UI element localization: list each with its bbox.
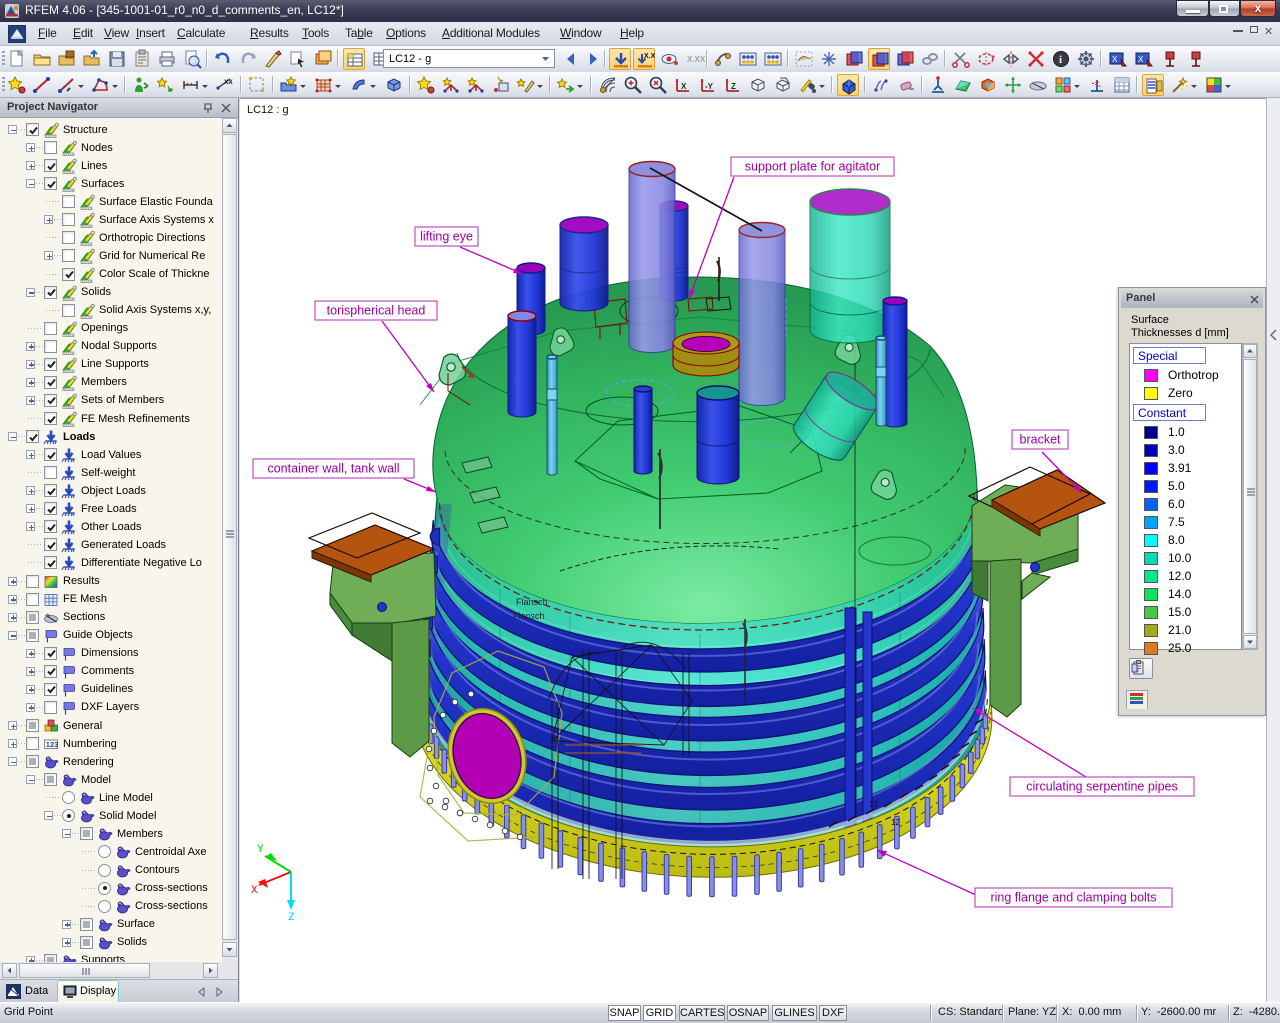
svg-text:X: X [1138, 55, 1144, 64]
svg-text:lifting eye: lifting eye [420, 230, 473, 244]
svg-text:circulating serpentine pipes: circulating serpentine pipes [1026, 780, 1177, 794]
svg-text:Z: Z [288, 912, 295, 924]
svg-text:i: i [1059, 54, 1062, 66]
svg-text:123: 123 [46, 740, 59, 749]
svg-text:X: X [1112, 55, 1118, 64]
svg-text:torispherical head: torispherical head [327, 304, 426, 318]
svg-text:12: 12 [891, 818, 900, 827]
svg-text:Y: Y [257, 844, 264, 856]
svg-text:ring flange and clamping bolts: ring flange and clamping bolts [990, 891, 1156, 905]
svg-text:support plate for agitator: support plate for agitator [745, 160, 881, 174]
svg-text:X: X [681, 82, 687, 91]
svg-text:XX: XX [224, 79, 233, 86]
svg-text:Flansch: Flansch [513, 611, 545, 621]
svg-text:-Y: -Y [705, 82, 714, 91]
svg-text:X: X [251, 885, 258, 897]
svg-text:container wall, tank wall: container wall, tank wall [267, 462, 399, 476]
svg-text:Z: Z [731, 82, 736, 91]
svg-text:X.XX: X.XX [644, 53, 655, 60]
svg-text:Flansch: Flansch [516, 597, 548, 607]
svg-text:bracket: bracket [1020, 433, 1062, 447]
svg-text:12: 12 [869, 800, 878, 809]
svg-text:X.XX: X.XX [687, 55, 705, 64]
